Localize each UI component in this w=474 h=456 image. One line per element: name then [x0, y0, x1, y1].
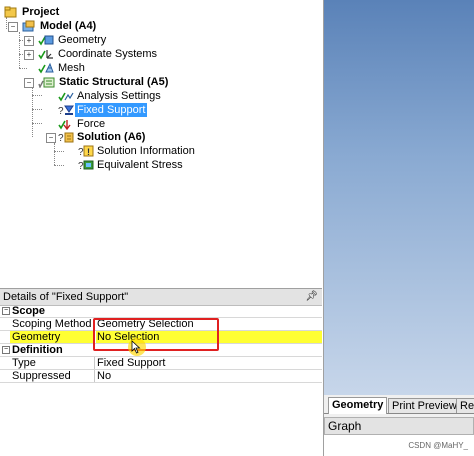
force-icon [58, 118, 71, 131]
tree-item-solution-information[interactable]: ?! Solution Information [78, 144, 197, 158]
annotation-highlight-box [93, 318, 219, 351]
project-icon [4, 6, 17, 18]
graphics-viewport[interactable] [324, 0, 474, 395]
tree-item-mesh[interactable]: Mesh [38, 61, 87, 75]
tree-item-analysis-settings[interactable]: Analysis Settings [58, 89, 163, 103]
outline-tree: Project − Model (A4) + Geometry + Coordi… [0, 0, 322, 285]
geometry-icon [38, 34, 54, 46]
mesh-icon [38, 62, 54, 74]
tree-item-static-structural[interactable]: Static Structural (A5) [38, 75, 170, 89]
mouse-cursor-icon [128, 338, 146, 356]
fixed-support-icon: ? [58, 104, 74, 117]
scoping-method-label: Scoping Method [10, 318, 95, 330]
solution-collapse-toggle[interactable]: − [46, 133, 56, 143]
tree-item-geometry[interactable]: Geometry [38, 33, 108, 47]
tab-report[interactable]: Re [456, 398, 474, 413]
svg-text:!: ! [87, 147, 90, 157]
svg-text:?: ? [58, 106, 64, 116]
suppressed-value[interactable]: No [96, 370, 322, 382]
static-structural-icon [38, 76, 55, 89]
model-icon [22, 20, 35, 32]
svg-text:?: ? [58, 133, 64, 143]
graph-panel-header: Graph [324, 417, 474, 435]
tree-item-solution[interactable]: ? Solution (A6) [58, 130, 147, 144]
tree-item-project[interactable]: Project [4, 5, 61, 19]
suppressed-row[interactable]: Suppressed No [0, 370, 322, 383]
static-structural-collapse-toggle[interactable]: − [24, 78, 34, 88]
solution-information-icon: ?! [78, 145, 94, 158]
watermark-text: CSDN @MaHY_ [408, 441, 468, 450]
equivalent-stress-icon: ? [78, 159, 94, 172]
type-label: Type [10, 357, 95, 369]
geometry-expand-toggle[interactable]: + [24, 36, 34, 46]
definition-collapse-icon[interactable]: − [2, 346, 10, 354]
pin-icon[interactable]: 📌︎ [305, 289, 318, 305]
tree-item-model[interactable]: Model (A4) [22, 19, 98, 33]
analysis-settings-icon [58, 90, 74, 102]
tab-print-preview[interactable]: Print Preview [388, 398, 461, 413]
coordinate-systems-expand-toggle[interactable]: + [24, 50, 34, 60]
svg-text:?: ? [78, 161, 84, 171]
scope-section-header[interactable]: − Scope [0, 305, 322, 318]
svg-text:?: ? [78, 147, 84, 157]
details-panel-title: Details of "Fixed Support" [3, 291, 129, 303]
viewport-tab-bar: Geometry Print Preview Re [324, 395, 474, 414]
tab-geometry[interactable]: Geometry [328, 397, 388, 414]
solution-icon: ? [58, 131, 74, 144]
tree-item-force[interactable]: Force [58, 117, 107, 131]
details-panel-header: Details of "Fixed Support" 📌︎ [0, 288, 322, 306]
type-value[interactable]: Fixed Support [96, 357, 322, 369]
graph-title: Graph [328, 419, 362, 433]
scope-collapse-icon[interactable]: − [2, 307, 10, 315]
model-collapse-toggle[interactable]: − [8, 22, 18, 32]
tree-item-coordinate-systems[interactable]: Coordinate Systems [38, 47, 159, 61]
type-row[interactable]: Type Fixed Support [0, 357, 322, 370]
left-panel: Project − Model (A4) + Geometry + Coordi… [0, 0, 324, 456]
coordinate-systems-icon [38, 48, 53, 60]
suppressed-label: Suppressed [10, 370, 95, 382]
geometry-label: Geometry [10, 331, 95, 343]
tree-item-equivalent-stress[interactable]: ? Equivalent Stress [78, 158, 185, 172]
tree-item-fixed-support[interactable]: ? Fixed Support [58, 103, 148, 117]
